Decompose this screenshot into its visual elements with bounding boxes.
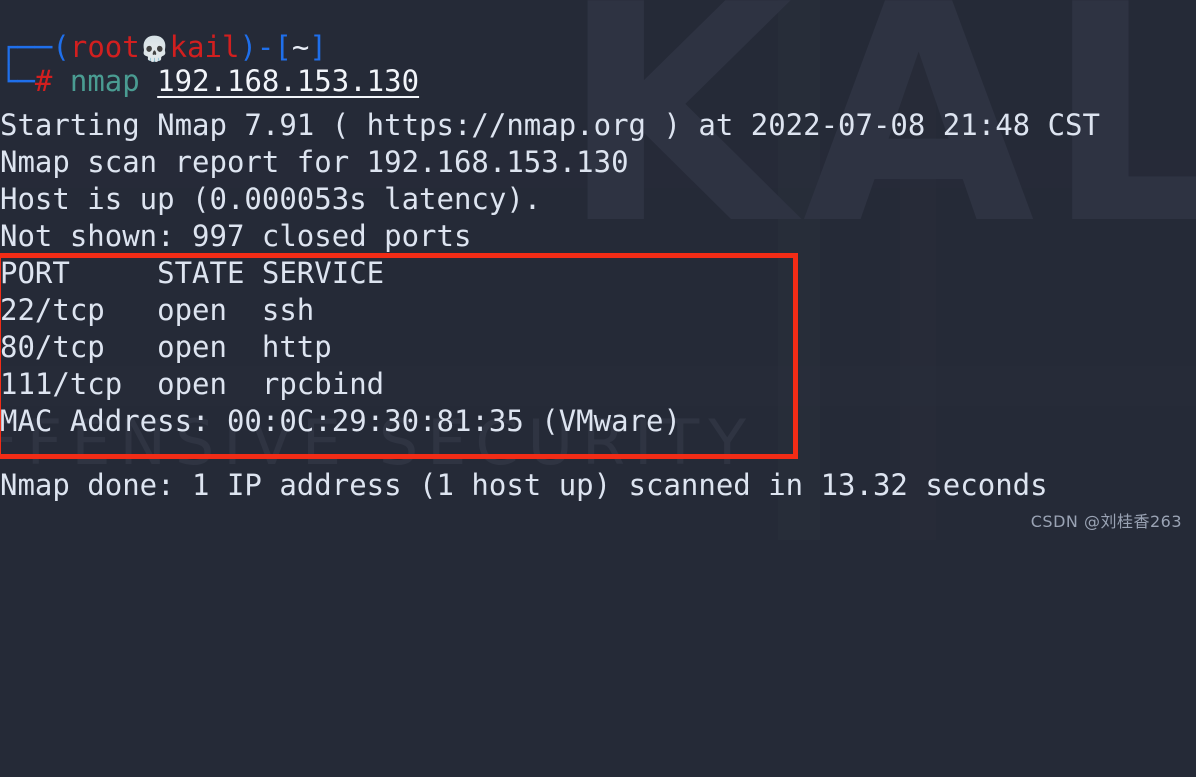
output-line-not-shown: Not shown: 997 closed ports (0, 219, 472, 253)
table-row: 80/tcp open http (0, 330, 332, 364)
output-line-host-up: Host is up (0.000053s latency). (0, 182, 542, 216)
prompt-paren-close: ) (239, 30, 257, 64)
csdn-watermark: CSDN @刘桂香263 (1030, 512, 1182, 531)
output-line-mac-address: MAC Address: 00:0C:29:30:81:35 (VMware) (0, 404, 681, 438)
skull-icon: 💀 (139, 35, 170, 63)
shell-prompt-line-2[interactable]: └─# nmap 192.168.153.130 (0, 63, 419, 100)
prompt-username: root (69, 30, 140, 64)
prompt-corner-bottom-icon: └─ (0, 64, 35, 98)
prompt-hostname: kail (169, 30, 240, 64)
prompt-bracket-close: ] (309, 30, 327, 64)
output-line-nmap-done: Nmap done: 1 IP address (1 host up) scan… (0, 468, 1048, 502)
port-table-header: PORT STATE SERVICE (0, 256, 385, 290)
prompt-working-directory: ~ (291, 30, 310, 64)
command-name[interactable]: nmap (70, 64, 140, 98)
prompt-root-sigil: # (34, 64, 53, 98)
prompt-bracket-open: [ (274, 30, 292, 64)
shell-prompt-line-1: ┌──(root💀kail)-[~] (0, 29, 327, 66)
prompt-corner-top-icon: ┌── (0, 30, 53, 64)
output-line-starting-nmap: Starting Nmap 7.91 ( https://nmap.org ) … (0, 108, 1100, 142)
output-line-scan-report: Nmap scan report for 192.168.153.130 (0, 145, 629, 179)
table-row: 22/tcp open ssh (0, 293, 315, 327)
command-argument-target-ip[interactable]: 192.168.153.130 (157, 64, 419, 98)
table-row: 111/tcp open rpcbind (0, 367, 385, 401)
terminal-window[interactable]: ┌──(root💀kail)-[~] └─# nmap 192.168.153.… (0, 0, 1196, 540)
prompt-dash: - (256, 30, 275, 64)
prompt-paren-open: ( (52, 30, 70, 64)
